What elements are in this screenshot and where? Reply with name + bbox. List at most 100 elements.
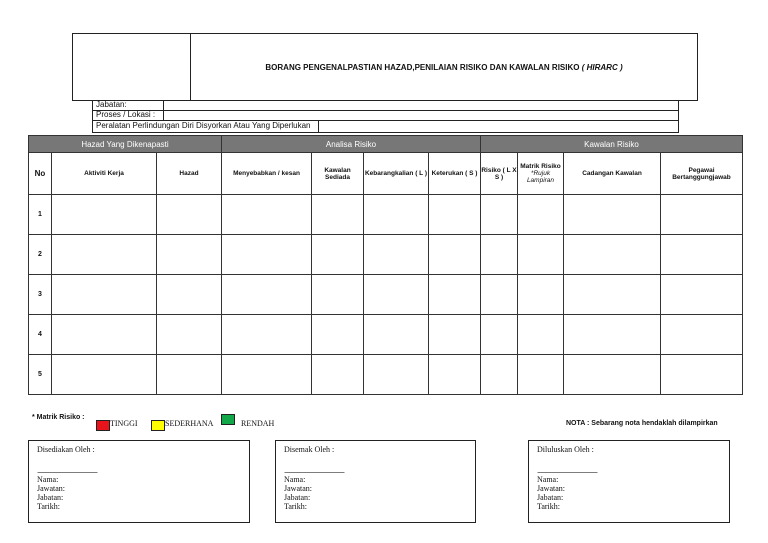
table-cell[interactable] [311, 194, 364, 235]
table-cell[interactable] [563, 354, 661, 395]
table-cell[interactable] [428, 274, 481, 315]
row-number: 4 [28, 314, 52, 355]
hirarc-table: Hazad Yang Dikenapasti Analisa Risiko Ka… [28, 135, 743, 395]
table-cell[interactable] [51, 194, 157, 235]
table-cell[interactable] [517, 274, 564, 315]
table-cell[interactable] [311, 274, 364, 315]
table-cell[interactable] [363, 314, 429, 355]
table-row: 2 [28, 234, 743, 275]
table-cell[interactable] [517, 234, 564, 275]
table-cell[interactable] [363, 274, 429, 315]
legend-tinggi: TINGGI [110, 419, 138, 428]
header-kebarangkalian: Kebarangkalian ( L ) [363, 152, 429, 195]
table-cell[interactable] [221, 274, 312, 315]
signature-box[interactable]: Diluluskan Oleh :.......................… [528, 440, 730, 523]
table-cell[interactable] [51, 234, 157, 275]
field-jawatan: Jawatan: [37, 484, 65, 493]
header-matrik: Matrik Risiko *Rujuk Lampiran [517, 152, 564, 195]
legend-sederhana: SEDERHANA [165, 419, 214, 428]
row-number: 2 [28, 234, 52, 275]
table-cell[interactable] [563, 274, 661, 315]
table-cell[interactable] [156, 314, 222, 355]
signature-title: Diluluskan Oleh : [537, 445, 594, 454]
table-cell[interactable] [156, 234, 222, 275]
table-cell[interactable] [221, 314, 312, 355]
table-cell[interactable] [311, 354, 364, 395]
table-cell[interactable] [660, 234, 743, 275]
form-header-box: BORANG PENGENALPASTIAN HAZAD,PENILAIAN R… [72, 33, 698, 101]
table-cell[interactable] [480, 274, 518, 315]
field-nama: Nama: [284, 475, 306, 484]
table-cell[interactable] [156, 354, 222, 395]
signature-line: ........................................… [37, 466, 98, 475]
table-cell[interactable] [660, 274, 743, 315]
table-row: 3 [28, 274, 743, 315]
table-cell[interactable] [311, 234, 364, 275]
header-menyebabkan: Menyebabkan / kesan [221, 152, 312, 195]
table-cell[interactable] [221, 234, 312, 275]
table-cell[interactable] [428, 194, 481, 235]
table-cell[interactable] [156, 194, 222, 235]
signature-title: Disemak Oleh : [284, 445, 335, 454]
table-row: 4 [28, 314, 743, 355]
table-row: 1 [28, 194, 743, 235]
header-pegawai: Pegawai Bertanggungjawab [660, 152, 743, 195]
field-jabatan: Jabatan: [537, 493, 564, 502]
signature-box[interactable]: Disediakan Oleh :.......................… [28, 440, 250, 523]
table-cell[interactable] [563, 314, 661, 355]
table-cell[interactable] [221, 354, 312, 395]
signature-title: Disediakan Oleh : [37, 445, 95, 454]
table-cell[interactable] [221, 194, 312, 235]
field-jawatan: Jawatan: [537, 484, 565, 493]
peralatan-field[interactable]: Peralatan Perlindungan Diri Disyorkan At… [92, 121, 679, 133]
group-kawalan: Kawalan Risiko [480, 135, 743, 153]
signature-line: ........................................… [284, 466, 345, 475]
table-cell[interactable] [363, 194, 429, 235]
table-cell[interactable] [517, 314, 564, 355]
signature-box[interactable]: Disemak Oleh :..........................… [275, 440, 476, 523]
table-cell[interactable] [480, 354, 518, 395]
legend-rendah: RENDAH [241, 419, 275, 428]
table-cell[interactable] [517, 194, 564, 235]
row-number: 1 [28, 194, 52, 235]
table-row: 5 [28, 354, 743, 395]
table-cell[interactable] [480, 194, 518, 235]
table-cell[interactable] [311, 314, 364, 355]
field-tarikh: Tarikh: [37, 502, 60, 511]
table-cell[interactable] [563, 234, 661, 275]
table-cell[interactable] [428, 234, 481, 275]
field-jawatan: Jawatan: [284, 484, 312, 493]
table-cell[interactable] [563, 194, 661, 235]
table-cell[interactable] [428, 354, 481, 395]
header-cadangan: Cadangan Kawalan [563, 152, 661, 195]
table-cell[interactable] [480, 234, 518, 275]
table-cell[interactable] [660, 194, 743, 235]
signature-line: ........................................… [537, 466, 598, 475]
header-hazad: Hazad [156, 152, 222, 195]
tinggi-swatch [96, 420, 110, 431]
form-title: BORANG PENGENALPASTIAN HAZAD,PENILAIAN R… [265, 62, 623, 72]
row-number: 3 [28, 274, 52, 315]
sederhana-swatch [151, 420, 165, 431]
table-cell[interactable] [51, 274, 157, 315]
table-cell[interactable] [363, 354, 429, 395]
table-cell[interactable] [517, 354, 564, 395]
table-cell[interactable] [428, 314, 481, 355]
table-cell[interactable] [363, 234, 429, 275]
field-tarikh: Tarikh: [284, 502, 307, 511]
row-number: 5 [28, 354, 52, 395]
proses-field[interactable]: Proses / Lokasi : [92, 110, 679, 121]
table-cell[interactable] [156, 274, 222, 315]
table-cell[interactable] [660, 354, 743, 395]
field-nama: Nama: [537, 475, 559, 484]
nota: NOTA : Sebarang nota hendaklah dilampirk… [566, 420, 718, 427]
table-cell[interactable] [480, 314, 518, 355]
header-kawalan-sediada: Kawalan Sediada [311, 152, 364, 195]
group-analisa: Analisa Risiko [221, 135, 481, 153]
table-cell[interactable] [660, 314, 743, 355]
table-cell[interactable] [51, 354, 157, 395]
field-jabatan: Jabatan: [284, 493, 311, 502]
header-aktiviti: Aktiviti Kerja [51, 152, 157, 195]
group-hazad: Hazad Yang Dikenapasti [28, 135, 222, 153]
table-cell[interactable] [51, 314, 157, 355]
